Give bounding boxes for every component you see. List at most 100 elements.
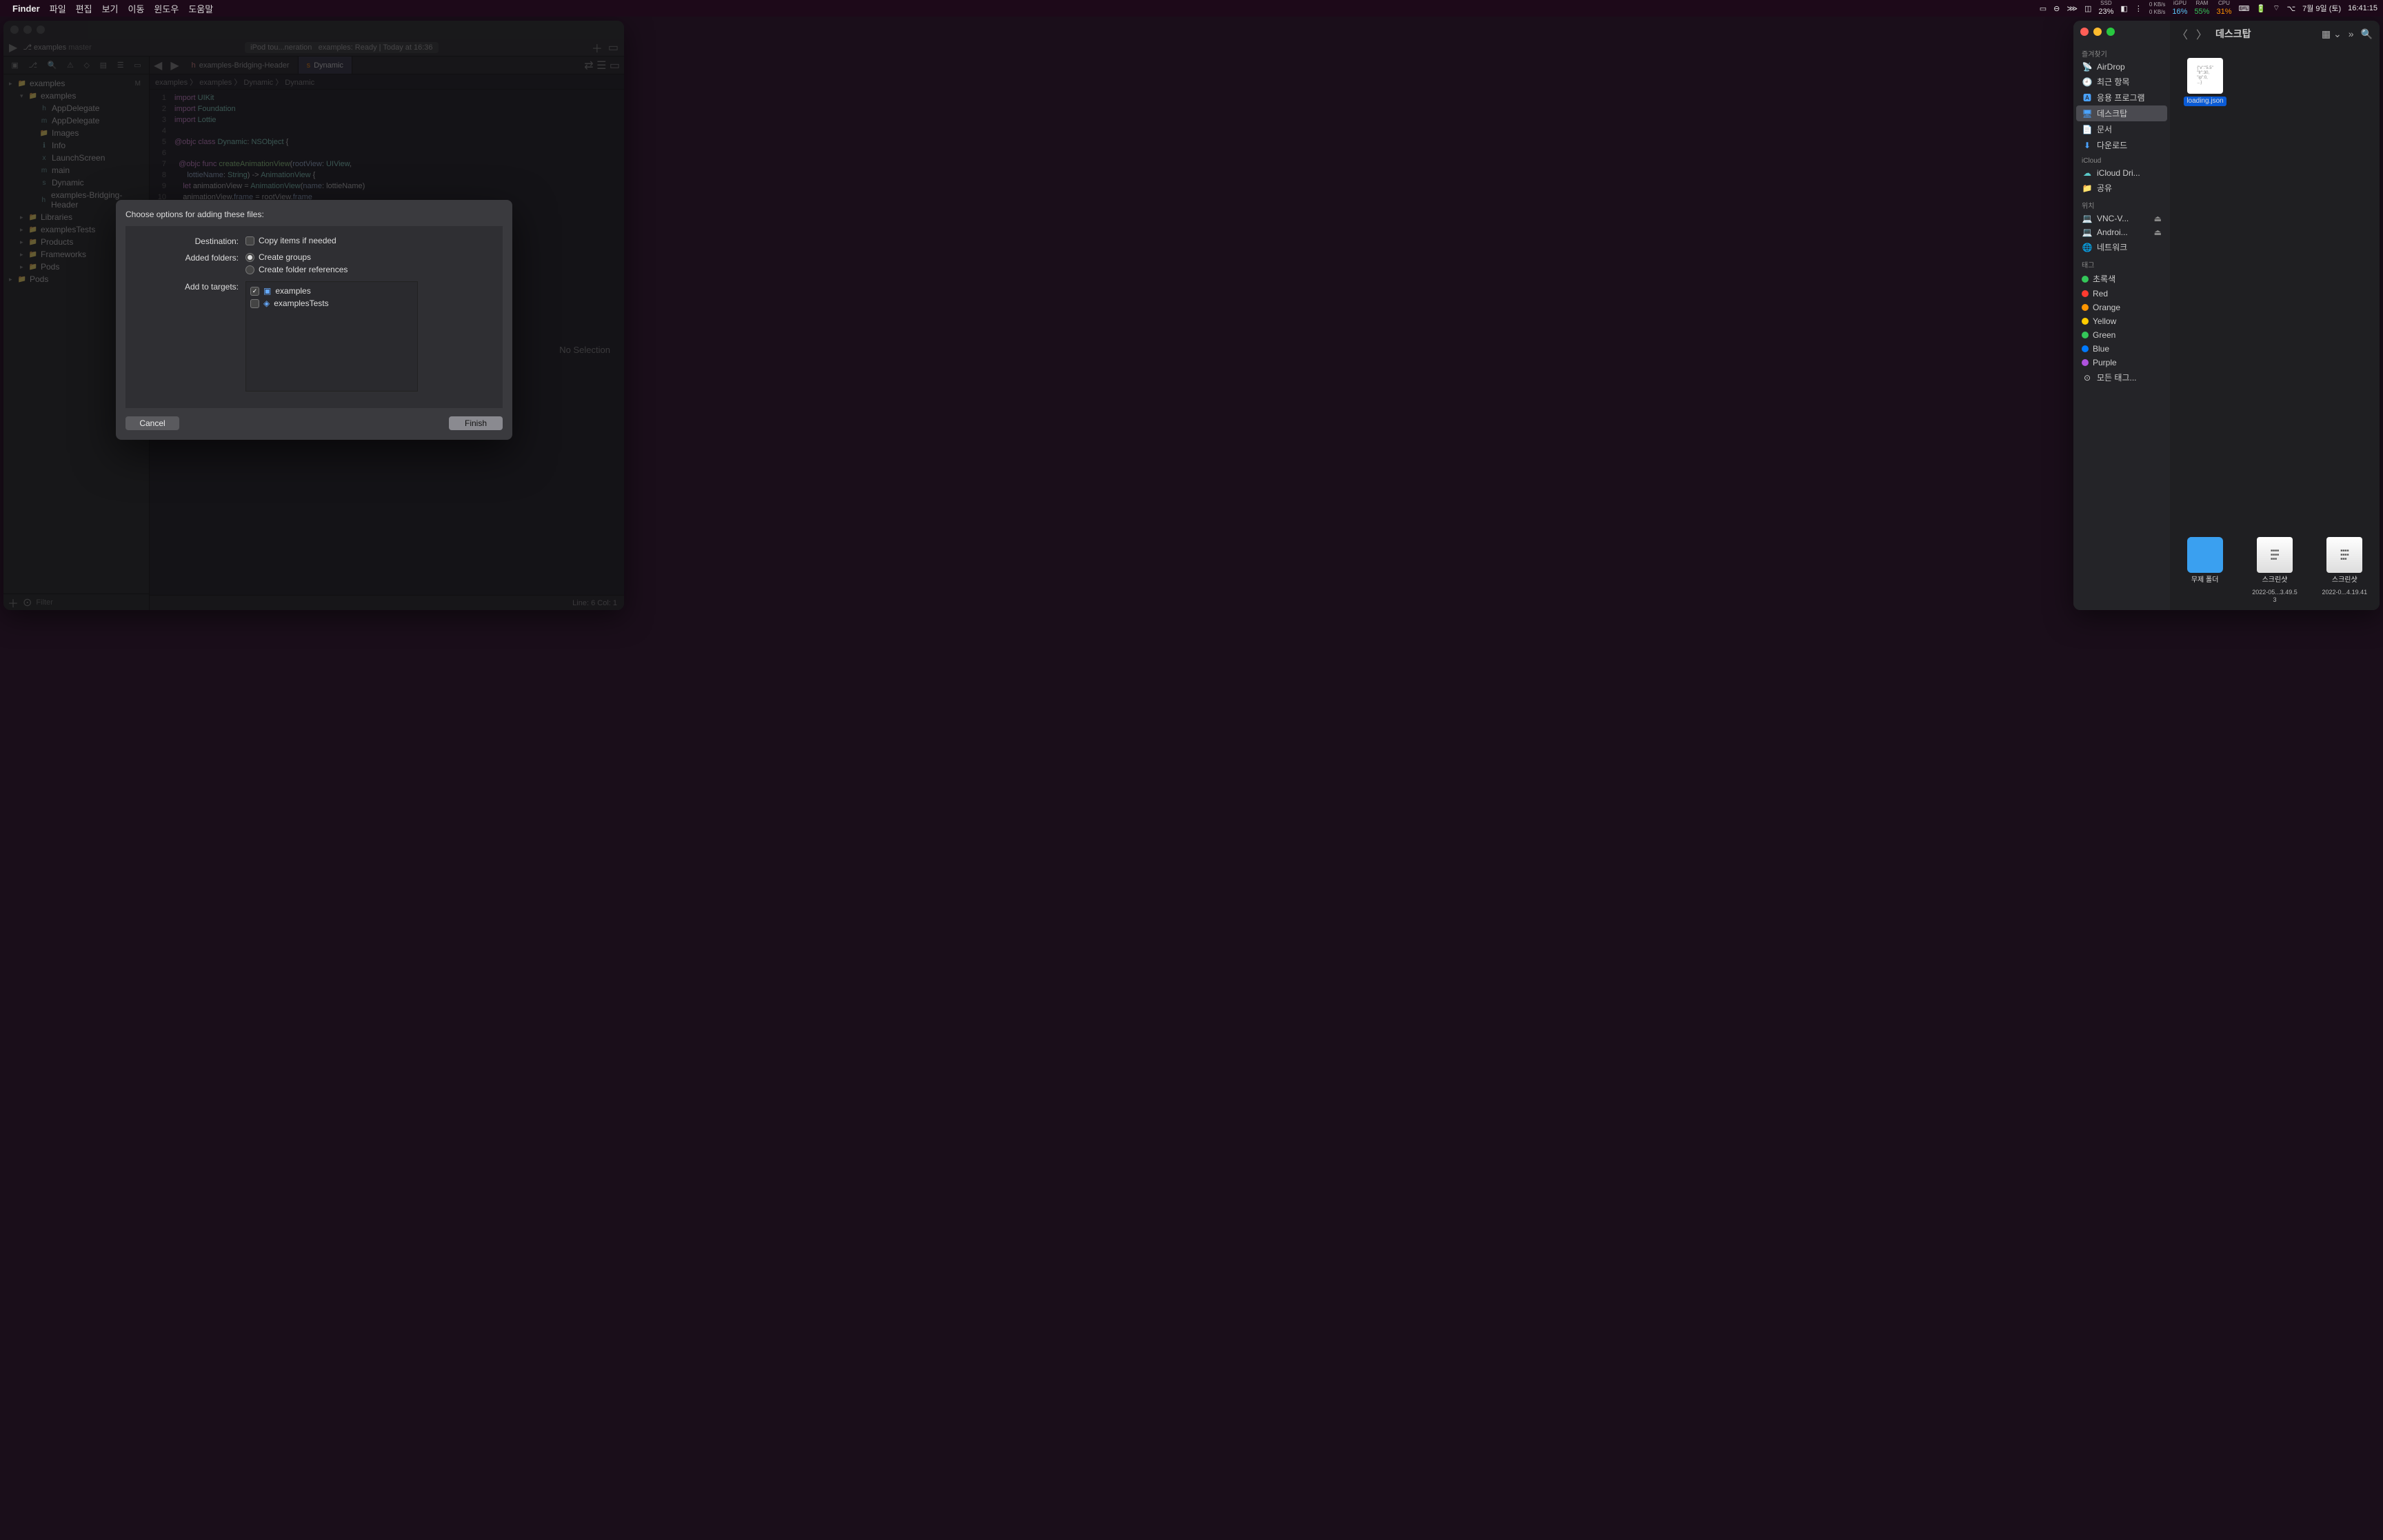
tree-item[interactable]: mmain xyxy=(3,164,149,176)
sidebar-item[interactable]: Orange xyxy=(2076,301,2167,314)
igpu-indicator[interactable]: iGPU16% xyxy=(2172,1,2187,16)
ram-indicator[interactable]: RAM55% xyxy=(2194,1,2209,16)
tree-item[interactable]: hAppDelegate xyxy=(3,102,149,114)
network-indicator[interactable]: 0 KB/s0 KB/s xyxy=(2149,2,2166,15)
sidebar-item[interactable]: ⬇다운로드 xyxy=(2076,137,2167,153)
nav-fwd-icon[interactable]: ▶ xyxy=(166,59,183,72)
battery-icon[interactable]: 🔋 xyxy=(2256,4,2266,13)
sidebar-item[interactable]: 📁공유 xyxy=(2076,180,2167,196)
sidebar-item[interactable]: Yellow xyxy=(2076,314,2167,328)
menuextra-icon[interactable]: ⋮ xyxy=(2135,4,2142,13)
tab-dynamic[interactable]: sDynamic xyxy=(299,57,352,74)
sidebar-item[interactable]: Blue xyxy=(2076,342,2167,356)
app-menu[interactable]: Finder xyxy=(12,3,40,14)
sidebar-item[interactable]: 📄문서 xyxy=(2076,121,2167,137)
sidebar-item[interactable]: 🕘최근 항목 xyxy=(2076,74,2167,90)
sidebar-item[interactable]: Green xyxy=(2076,328,2167,342)
targets-list: ▣examples ◈examplesTests xyxy=(245,281,418,392)
sidebar-section-icloud: iCloud xyxy=(2076,153,2167,166)
nav-back-icon[interactable]: ◀ xyxy=(150,59,166,72)
date-display[interactable]: 7월 9일 (토) xyxy=(2302,3,2341,14)
copy-items-checkbox[interactable] xyxy=(245,236,254,245)
file-name: loading.json xyxy=(2184,97,2226,106)
added-folders-label: Added folders: xyxy=(135,252,245,263)
sidebar-item[interactable]: 🌐네트워크 xyxy=(2076,239,2167,255)
menuextra-icon[interactable]: ◧ xyxy=(2120,4,2127,13)
more-icon[interactable]: » xyxy=(2349,28,2354,40)
menuextra-icon[interactable]: ⋙ xyxy=(2067,4,2078,13)
back-button[interactable]: 〈 xyxy=(2177,26,2188,42)
sidebar-section-tags: 태그 xyxy=(2076,255,2167,271)
zoom-button[interactable] xyxy=(2107,28,2115,36)
filter-input[interactable] xyxy=(36,598,145,607)
tree-item[interactable]: sDynamic xyxy=(3,176,149,189)
sidebar-item[interactable]: Purple xyxy=(2076,356,2167,369)
file-item[interactable]: ■■■■■■■■■■■스크린샷2022-05...3.49.53 xyxy=(2251,537,2299,605)
sidebar-item[interactable]: Red xyxy=(2076,287,2167,301)
menu-window[interactable]: 윈도우 xyxy=(154,2,179,15)
folder-icon[interactable]: ▣ xyxy=(11,61,18,70)
menu-edit[interactable]: 편집 xyxy=(76,2,92,15)
forward-button[interactable]: 〉 xyxy=(2196,26,2207,42)
finder-title: 데스크탑 xyxy=(2215,27,2251,41)
library-button[interactable]: ▭ xyxy=(608,41,619,54)
search-icon[interactable]: 🔍 xyxy=(2361,28,2373,40)
menuextra-icon[interactable]: ▭ xyxy=(2040,4,2047,13)
finish-button[interactable]: Finish xyxy=(449,416,503,430)
add-icon[interactable]: ＋ xyxy=(8,594,19,611)
minimize-button[interactable] xyxy=(23,26,32,34)
sidebar-section-locations: 위치 xyxy=(2076,196,2167,212)
menu-file[interactable]: 파일 xyxy=(50,2,66,15)
create-folder-refs-radio[interactable] xyxy=(245,265,254,274)
run-button[interactable]: ▶ xyxy=(9,41,17,54)
ssd-indicator[interactable]: SSD23% xyxy=(2098,1,2113,16)
cancel-button[interactable]: Cancel xyxy=(125,416,179,430)
zoom-button[interactable] xyxy=(37,26,45,34)
target-checkbox[interactable] xyxy=(250,287,259,296)
menu-view[interactable]: 보기 xyxy=(102,2,119,15)
control-center-icon[interactable]: ⌥ xyxy=(2286,4,2295,13)
sidebar-item[interactable]: ⊙모든 태그... xyxy=(2076,369,2167,385)
finder-content[interactable]: {"v":"5.5""fr":30,"ip":0,...} loading.js… xyxy=(2170,47,2380,610)
file-item[interactable]: ■■■■■■■■■■■스크린샷2022-0...4.19.41 xyxy=(2320,537,2369,605)
plus-button[interactable]: ＋ xyxy=(592,39,603,56)
tab-bridging-header[interactable]: hexamples-Bridging-Header xyxy=(183,57,299,74)
sidebar-item[interactable]: 💻VNC-V...⏏ xyxy=(2076,212,2167,225)
sidebar-item[interactable]: 🖥데스크탑 xyxy=(2076,105,2167,121)
tree-item[interactable]: ℹInfo xyxy=(3,139,149,152)
finder-sidebar: 즐겨찾기 📡AirDrop🕘최근 항목🅰응용 프로그램🖥데스크탑📄문서⬇다운로드… xyxy=(2073,21,2170,610)
editor-options-icon[interactable]: ⇄ ☰ ▭ xyxy=(580,59,624,72)
cpu-indicator[interactable]: CPU31% xyxy=(2216,1,2231,16)
minimize-button[interactable] xyxy=(2093,28,2102,36)
branch-indicator[interactable]: ⎇ examples master xyxy=(23,43,92,52)
menuextra-icon[interactable]: ◫ xyxy=(2084,4,2091,13)
view-icon-grid-icon[interactable]: ▦ ⌄ xyxy=(2322,28,2342,40)
minimap[interactable] xyxy=(583,123,624,205)
tree-item[interactable]: 📁Images xyxy=(3,127,149,139)
wifi-icon[interactable]: ⌔ xyxy=(2273,3,2280,13)
sidebar-item[interactable]: ☁iCloud Dri... xyxy=(2076,166,2167,180)
menuextra-icon[interactable]: ⊖ xyxy=(2053,4,2060,13)
navigator-selector[interactable]: ▣⎇🔍⚠◇▤☰▭ xyxy=(3,57,149,74)
file-item[interactable]: 무제 폴더 xyxy=(2181,537,2229,605)
tree-item[interactable]: xLaunchScreen xyxy=(3,152,149,164)
target-checkbox[interactable] xyxy=(250,299,259,308)
menu-help[interactable]: 도움말 xyxy=(188,2,213,15)
tree-item[interactable]: mAppDelegate xyxy=(3,114,149,127)
sidebar-item[interactable]: 💻Androi...⏏ xyxy=(2076,225,2167,239)
sidebar-item[interactable]: 초록색 xyxy=(2076,271,2167,287)
target-row[interactable]: ◈examplesTests xyxy=(249,297,414,310)
close-button[interactable] xyxy=(2080,28,2089,36)
close-button[interactable] xyxy=(10,26,19,34)
tree-item[interactable]: ▸📁examplesM xyxy=(3,77,149,90)
menu-go[interactable]: 이동 xyxy=(128,2,145,15)
file-item[interactable]: {"v":"5.5""fr":30,"ip":0,...} loading.js… xyxy=(2181,58,2229,106)
tree-item[interactable]: ▾📁examples xyxy=(3,90,149,102)
sidebar-item[interactable]: 📡AirDrop xyxy=(2076,60,2167,74)
target-row[interactable]: ▣examples xyxy=(249,285,414,297)
time-display[interactable]: 16:41:15 xyxy=(2348,4,2377,12)
sidebar-item[interactable]: 🅰응용 프로그램 xyxy=(2076,90,2167,105)
keyboard-input-icon[interactable]: ⌨ xyxy=(2239,4,2250,13)
create-groups-radio[interactable] xyxy=(245,253,254,262)
jump-bar[interactable]: examples 〉 examples 〉 Dynamic 〉 Dynamic xyxy=(150,74,624,90)
